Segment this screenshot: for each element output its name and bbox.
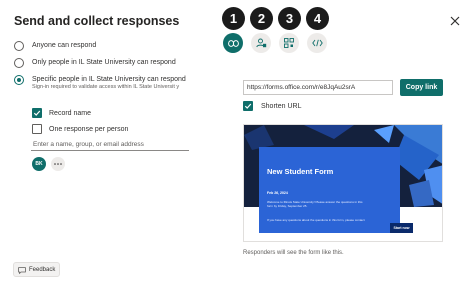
checkbox-checked[interactable] bbox=[243, 101, 253, 111]
ellipsis-icon[interactable] bbox=[51, 157, 65, 171]
close-icon[interactable] bbox=[449, 14, 461, 26]
preview-form-contact: If you have any questions about the ques… bbox=[267, 218, 365, 222]
callout-badge-3: 3 bbox=[278, 7, 301, 30]
radio-org-only[interactable]: Only people in IL State University can r… bbox=[14, 57, 176, 69]
radio-anyone[interactable]: Anyone can respond bbox=[14, 40, 96, 52]
qr-code-mode-button[interactable] bbox=[279, 33, 299, 53]
callout-badge-2: 2 bbox=[250, 7, 273, 30]
shorten-url-label: Shorten URL bbox=[261, 102, 302, 110]
record-name-checkbox[interactable]: Record name bbox=[32, 108, 91, 118]
checkmark-icon bbox=[33, 110, 41, 116]
checkbox-unchecked[interactable] bbox=[32, 124, 42, 134]
share-people-mode-button[interactable] bbox=[251, 33, 271, 53]
preview-form-welcome: Welcome to Illinois State University! Pl… bbox=[267, 200, 363, 208]
preview-form-title: New Student Form bbox=[267, 167, 334, 176]
preview-form-panel: New Student Form Feb 26, 2024 Welcome to… bbox=[259, 147, 400, 233]
one-response-label: One response per person bbox=[49, 125, 129, 133]
preview-form-date: Feb 26, 2024 bbox=[267, 191, 288, 195]
qr-code-icon bbox=[284, 38, 294, 48]
feedback-button[interactable]: Feedback bbox=[13, 262, 60, 277]
people-search-input[interactable] bbox=[31, 138, 189, 151]
embed-icon bbox=[311, 39, 323, 47]
link-icon bbox=[227, 39, 239, 47]
radio-label: Anyone can respond bbox=[32, 42, 97, 49]
radio-button[interactable] bbox=[14, 58, 24, 68]
feedback-icon bbox=[18, 261, 26, 279]
record-name-label: Record name bbox=[49, 109, 92, 117]
checkbox-checked[interactable] bbox=[32, 108, 42, 118]
checkmark-icon bbox=[244, 103, 252, 109]
radio-button-selected[interactable] bbox=[14, 75, 24, 85]
preview-start-button: Start now bbox=[390, 223, 413, 233]
preview-footer-note: Responders will see the form like this. bbox=[243, 250, 344, 256]
embed-mode-button[interactable] bbox=[307, 33, 327, 53]
radio-label: Only people in IL State University can r… bbox=[32, 59, 176, 66]
feedback-label: Feedback bbox=[29, 266, 56, 273]
form-preview: New Student Form Feb 26, 2024 Welcome to… bbox=[243, 124, 443, 242]
shorten-url-checkbox[interactable]: Shorten URL bbox=[243, 101, 301, 111]
share-link-field[interactable] bbox=[243, 80, 393, 95]
link-mode-button[interactable] bbox=[223, 33, 243, 53]
avatar[interactable]: BK bbox=[32, 157, 46, 171]
callout-badge-1: 1 bbox=[222, 7, 245, 30]
signin-note: Sign-in required to validate access with… bbox=[32, 84, 180, 90]
copy-link-button[interactable]: Copy link bbox=[400, 79, 443, 96]
one-response-checkbox[interactable]: One response per person bbox=[32, 124, 128, 134]
share-people-icon bbox=[255, 38, 266, 48]
radio-button[interactable] bbox=[14, 41, 24, 51]
panel-title: Send and collect responses bbox=[14, 14, 180, 28]
callout-badge-4: 4 bbox=[306, 7, 329, 30]
